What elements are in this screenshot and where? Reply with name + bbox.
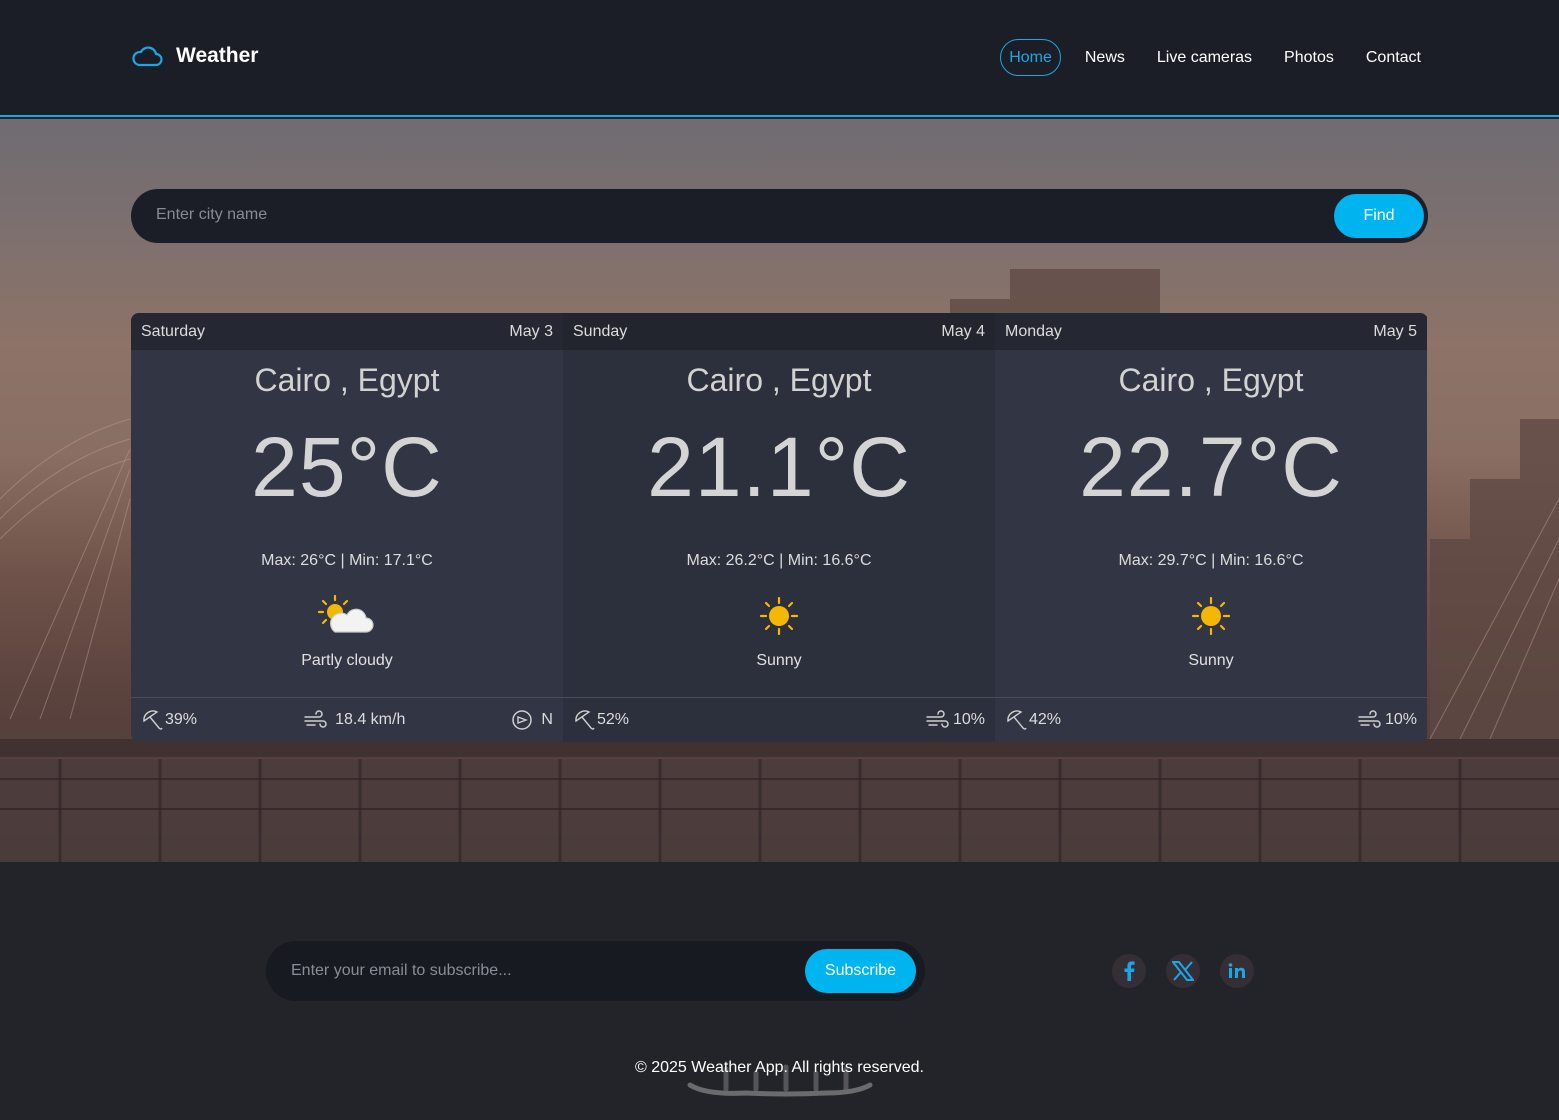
forecast-cards: Saturday May 3 Cairo , Egypt 25°C Max: 2… [131, 313, 1428, 742]
wind-direction: N [511, 709, 553, 731]
wind-icon [925, 709, 951, 731]
wind-speed-value: 18.4 km/h [335, 711, 406, 728]
forecast-card-day-3: Monday May 5 Cairo , Egypt 22.7°C Max: 2… [995, 313, 1427, 742]
wind: 10% [925, 709, 985, 731]
card-condition: Partly cloudy [301, 652, 393, 669]
card-date: May 3 [509, 322, 553, 340]
nav-home[interactable]: Home [1000, 39, 1061, 76]
wind-direction-value: N [541, 711, 553, 728]
city-search-input[interactable] [156, 206, 1256, 224]
subscribe-button[interactable]: Subscribe [805, 949, 916, 993]
sun-icon [995, 594, 1427, 638]
card-temp-range: Max: 29.7°C | Min: 16.6°C [1118, 552, 1304, 569]
card-condition: Sunny [756, 652, 802, 669]
wind-value: 10% [952, 711, 985, 728]
precipitation: 42% [1005, 709, 1061, 731]
nav-contact[interactable]: Contact [1358, 40, 1429, 75]
forecast-card-day-2: Sunday May 4 Cairo , Egypt 21.1°C Max: 2… [563, 313, 995, 742]
card-condition: Sunny [1188, 652, 1234, 669]
card-date: May 4 [941, 322, 985, 340]
linkedin-icon[interactable] [1220, 954, 1254, 988]
card-day: Saturday [141, 322, 206, 340]
find-button[interactable]: Find [1334, 194, 1424, 238]
partly-cloudy-icon [131, 594, 563, 638]
card-date: May 5 [1373, 322, 1417, 340]
card-temperature: 22.7°C [1079, 420, 1343, 514]
precipitation-value: 52% [597, 711, 630, 728]
wind-speed: 18.4 km/h [303, 709, 405, 731]
card-day: Sunday [573, 322, 628, 340]
wind: 10% [1357, 709, 1417, 731]
site-footer: Subscribe © 2025 Weather App. All rights… [0, 862, 1559, 1120]
card-day: Monday [1005, 322, 1062, 340]
precipitation: 52% [573, 709, 629, 731]
site-header: Weather Home News Live cameras Photos Co… [0, 0, 1559, 117]
city-search-bar: Find [131, 189, 1428, 243]
umbrella-icon [1005, 709, 1027, 731]
precipitation: 39% [141, 709, 197, 731]
card-header: Saturday May 3 [131, 313, 563, 350]
umbrella-icon [141, 709, 163, 731]
compass-icon [511, 709, 535, 731]
card-header: Monday May 5 [995, 313, 1427, 350]
nav-live-cameras[interactable]: Live cameras [1149, 40, 1260, 75]
wind-icon [1357, 709, 1383, 731]
precipitation-value: 39% [165, 711, 198, 728]
email-input[interactable] [291, 962, 771, 980]
hero-section: Find Saturday May 3 Cairo , Egypt 25°C M… [0, 119, 1559, 862]
card-location: Cairo , Egypt [1118, 362, 1304, 398]
brand-name: Weather [176, 44, 259, 67]
main-nav: Home News Live cameras Photos Contact [984, 39, 1429, 76]
forecast-card-today: Saturday May 3 Cairo , Egypt 25°C Max: 2… [131, 313, 563, 742]
card-location: Cairo , Egypt [686, 362, 872, 398]
facebook-icon[interactable] [1112, 954, 1146, 988]
nav-news[interactable]: News [1077, 40, 1133, 75]
newsletter-form: Subscribe [266, 941, 925, 1001]
cloud-icon [131, 44, 163, 68]
wind-value: 10% [1384, 711, 1417, 728]
card-temp-range: Max: 26°C | Min: 17.1°C [261, 552, 433, 569]
card-temp-range: Max: 26.2°C | Min: 16.6°C [686, 552, 872, 569]
card-location: Cairo , Egypt [254, 362, 440, 398]
social-links [1112, 954, 1254, 988]
copyright-text: © 2025 Weather App. All rights reserved. [635, 1059, 924, 1076]
card-header: Sunday May 4 [563, 313, 995, 350]
nav-photos[interactable]: Photos [1276, 40, 1342, 75]
brand[interactable]: Weather [131, 44, 258, 68]
card-footer: 52% 10% [563, 697, 995, 742]
sun-icon [563, 594, 995, 638]
wind-icon [303, 709, 329, 731]
x-twitter-icon[interactable] [1166, 954, 1200, 988]
card-temperature: 25°C [251, 420, 443, 514]
card-footer: 42% 10% [995, 697, 1427, 742]
precipitation-value: 42% [1029, 711, 1062, 728]
card-temperature: 21.1°C [647, 420, 911, 514]
umbrella-icon [573, 709, 595, 731]
card-footer: 39% 18.4 km/h N [131, 697, 563, 742]
